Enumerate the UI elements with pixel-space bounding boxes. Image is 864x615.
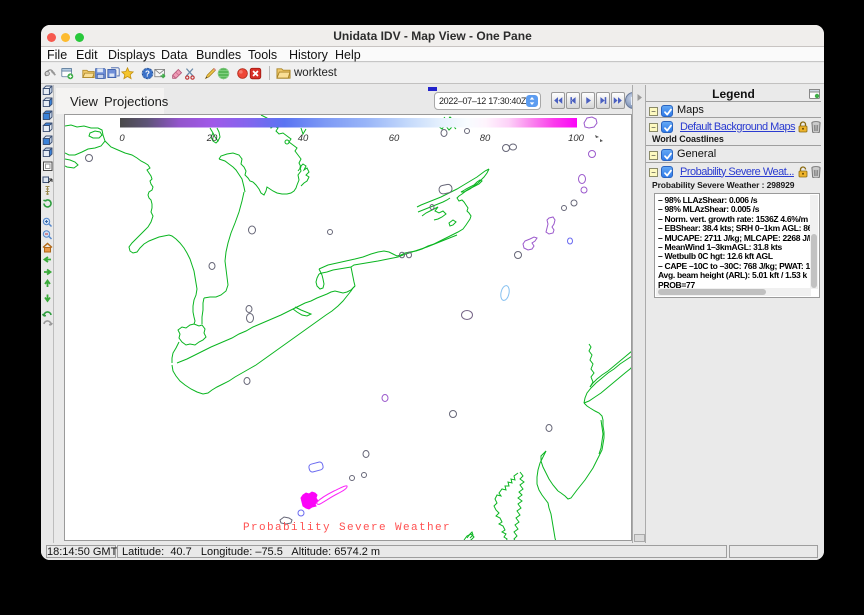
svg-text:100: 100 <box>568 133 585 144</box>
svg-text:40: 40 <box>298 133 309 144</box>
svg-text:?: ? <box>145 69 150 78</box>
svg-text:60: 60 <box>389 133 400 144</box>
svg-text:Probability Severe Weather: Probability Severe Weather <box>243 522 451 534</box>
svg-text:20: 20 <box>206 133 218 144</box>
svg-text:0: 0 <box>119 133 125 144</box>
svg-text:80: 80 <box>480 133 491 144</box>
